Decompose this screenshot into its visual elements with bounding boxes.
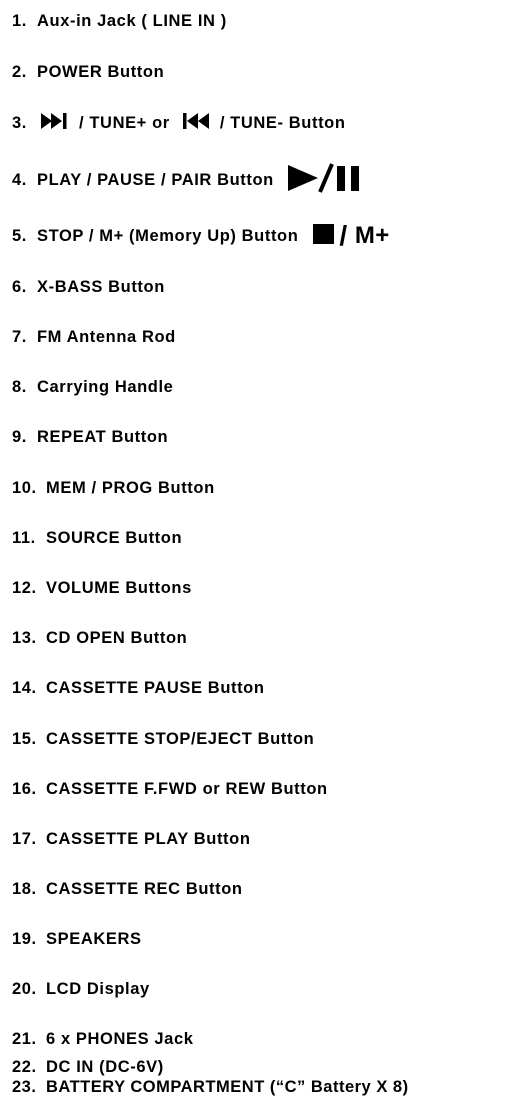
list-item-4: 4. PLAY / PAUSE / PAIR Button bbox=[12, 162, 366, 194]
item-number: 18. bbox=[12, 879, 37, 898]
item-number: 11. bbox=[12, 528, 36, 547]
item-number: 21. bbox=[12, 1029, 37, 1048]
list-item-12: 12. VOLUME Buttons bbox=[12, 574, 192, 602]
item-number: 4. bbox=[12, 170, 27, 189]
parts-list: 1. Aux-in Jack ( LINE IN ) 2. POWER Butt… bbox=[12, 0, 520, 1102]
item-number: 10. bbox=[12, 478, 37, 497]
list-item-10: 10. MEM / PROG Button bbox=[12, 474, 215, 502]
list-item-8: 8. Carrying Handle bbox=[12, 373, 173, 401]
item-number: 23. bbox=[12, 1077, 37, 1096]
slash-separator: / bbox=[339, 220, 348, 251]
item-label: SPEAKERS bbox=[46, 929, 142, 948]
list-item-17: 17. CASSETTE PLAY Button bbox=[12, 825, 251, 853]
item-number: 20. bbox=[12, 979, 37, 998]
item-label: CASSETTE F.FWD or REW Button bbox=[46, 779, 328, 798]
list-item-2: 2. POWER Button bbox=[12, 58, 164, 86]
item-number: 14. bbox=[12, 678, 37, 697]
list-item-13: 13. CD OPEN Button bbox=[12, 624, 187, 652]
list-item-14: 14. CASSETTE PAUSE Button bbox=[12, 674, 265, 702]
list-item-19: 19. SPEAKERS bbox=[12, 925, 142, 953]
item-label: CASSETTE STOP/EJECT Button bbox=[46, 729, 315, 748]
memory-up-symbol: M+ bbox=[354, 222, 390, 249]
list-item-16: 16. CASSETTE F.FWD or REW Button bbox=[12, 775, 328, 803]
stop-icon bbox=[312, 223, 336, 250]
list-item-1: 1. Aux-in Jack ( LINE IN ) bbox=[12, 7, 227, 35]
item-label: CD OPEN Button bbox=[46, 628, 188, 647]
item-number: 8. bbox=[12, 377, 27, 396]
list-item-6: 6. X-BASS Button bbox=[12, 273, 165, 301]
item-label: STOP / M+ (Memory Up) Button bbox=[37, 226, 299, 245]
item-label-part-b: / TUNE- Button bbox=[219, 113, 346, 132]
item-number: 9. bbox=[12, 427, 27, 446]
item-label: Carrying Handle bbox=[37, 377, 174, 396]
item-number: 17. bbox=[12, 829, 37, 848]
item-label: FM Antenna Rod bbox=[37, 327, 176, 346]
item-label: PLAY / PAUSE / PAIR Button bbox=[37, 170, 274, 189]
list-item-15: 15. CASSETTE STOP/EJECT Button bbox=[12, 725, 314, 753]
list-item-20: 20. LCD Display bbox=[12, 975, 150, 1003]
skip-next-icon bbox=[41, 112, 71, 135]
list-item-9: 9. REPEAT Button bbox=[12, 423, 168, 451]
item-number: 12. bbox=[12, 578, 37, 597]
item-number: 2. bbox=[12, 62, 27, 81]
list-item-11: 11. SOURCE Button bbox=[12, 524, 182, 552]
item-label: POWER Button bbox=[37, 62, 165, 81]
item-label: MEM / PROG Button bbox=[46, 478, 215, 497]
item-number: 13. bbox=[12, 628, 37, 647]
list-item-23: 23. BATTERY COMPARTMENT (“C” Battery X 8… bbox=[12, 1073, 409, 1101]
item-number: 5. bbox=[12, 226, 27, 245]
item-label: CASSETTE PAUSE Button bbox=[46, 678, 265, 697]
item-label: VOLUME Buttons bbox=[46, 578, 192, 597]
item-label: SOURCE Button bbox=[46, 528, 183, 547]
list-item-21: 21. 6 x PHONES Jack bbox=[12, 1025, 194, 1053]
item-number: 15. bbox=[12, 729, 37, 748]
item-label: CASSETTE REC Button bbox=[46, 879, 243, 898]
list-item-3: 3. / TUNE+ or / TUNE- Button bbox=[12, 109, 346, 137]
item-label: 6 x PHONES Jack bbox=[46, 1029, 194, 1048]
item-label-part-a: / TUNE+ or bbox=[79, 113, 170, 132]
item-label: LCD Display bbox=[46, 979, 150, 998]
item-label: BATTERY COMPARTMENT (“C” Battery X 8) bbox=[46, 1077, 409, 1096]
item-number: 16. bbox=[12, 779, 37, 798]
item-number: 3. bbox=[12, 113, 27, 132]
skip-previous-icon bbox=[182, 112, 212, 135]
item-label: X-BASS Button bbox=[37, 277, 165, 296]
item-label: Aux-in Jack ( LINE IN ) bbox=[37, 11, 227, 30]
item-number: 7. bbox=[12, 327, 27, 346]
item-number: 1. bbox=[12, 11, 27, 30]
play-pause-icon bbox=[287, 162, 366, 198]
item-label: CASSETTE PLAY Button bbox=[46, 829, 251, 848]
item-label: REPEAT Button bbox=[37, 427, 169, 446]
item-number: 19. bbox=[12, 929, 37, 948]
list-item-7: 7. FM Antenna Rod bbox=[12, 323, 176, 351]
list-item-18: 18. CASSETTE REC Button bbox=[12, 875, 243, 903]
item-number: 6. bbox=[12, 277, 27, 296]
list-item-5: 5. STOP / M+ (Memory Up) Button / M+ bbox=[12, 220, 390, 251]
